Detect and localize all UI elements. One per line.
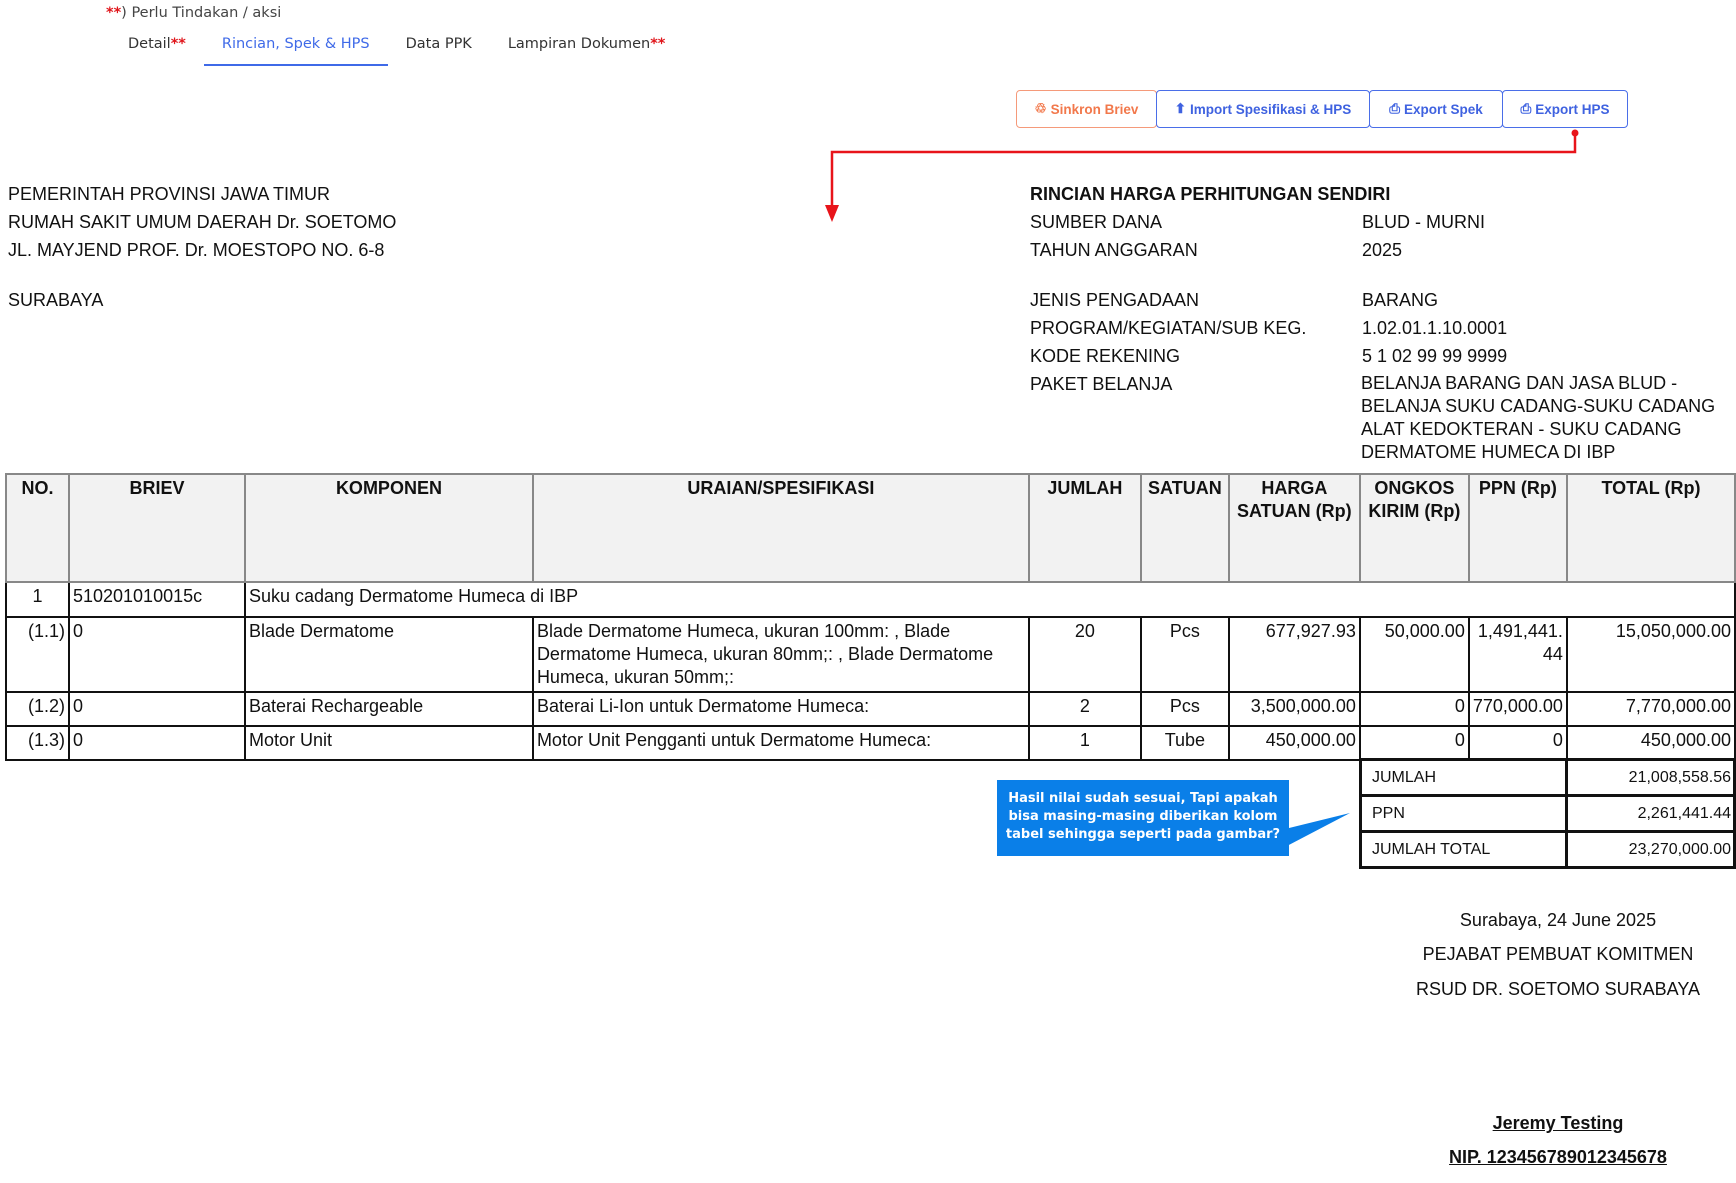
label: BLUD - MURNI	[1362, 212, 1486, 232]
column-header: ONGKOS KIRIM (Rp)	[1358, 473, 1470, 583]
summary-table: JUMLAH 21,008,558.56 PPN 2,261,441.44 JUML…	[1358, 758, 1736, 869]
label: 5 1 02 99 99 9999	[1362, 346, 1508, 366]
table-header: NO. BRIEV KOMPONEN URAIAN/SPESIFIKASI JUMLAH…	[5, 473, 1736, 583]
table-cell: (1.2)	[5, 691, 70, 727]
label: PROGRAM/KEGIATAN/SUB KEG.	[1030, 318, 1307, 338]
summary-row: PPN 2,261,441.44	[1358, 794, 1736, 833]
signatory-role: PEJABAT PEMBUAT KOMITMEN	[1422, 944, 1694, 964]
summary-row: JUMLAH 21,008,558.56	[1358, 758, 1736, 797]
table-cell: JUMLAH TOTAL	[1358, 830, 1569, 869]
column-header: JUMLAH	[1027, 473, 1142, 583]
table-cell: Pcs	[1139, 691, 1230, 727]
table-cell: 1	[1027, 725, 1142, 761]
label: BARANG	[1362, 290, 1439, 310]
table-group-row: 1 510201010015c Suku cadang Dermatome Hume…	[5, 581, 1736, 618]
table-cell: Suku cadang Dermatome Humeca di IBP	[243, 581, 1736, 618]
table-cell: Motor Unit	[243, 725, 534, 761]
label: SUMBER DANA	[1030, 212, 1163, 232]
column-header: PPN (Rp)	[1467, 473, 1568, 583]
table-cell: 0	[1358, 725, 1470, 761]
table-cell: Baterai Li-Ion untuk Dermatome Humeca:	[531, 691, 1030, 727]
table-cell: 0	[1467, 725, 1568, 761]
label: BELANJA BARANG DAN JASA BLUD - BELANJA S…	[1361, 373, 1716, 462]
table-cell: 20	[1027, 616, 1142, 693]
table-cell: 21,008,558.56	[1565, 758, 1736, 797]
hps-table: NO. BRIEV KOMPONEN URAIAN/SPESIFIKASI JUMLAH…	[5, 473, 1736, 761]
signatory-nip: NIP. 123456789012345678	[1449, 1147, 1667, 1167]
table-cell: 3,500,000.00	[1227, 691, 1361, 727]
column-header: KOMPONEN	[243, 473, 534, 583]
place-date: Surabaya, 24 June 2025	[1459, 910, 1657, 930]
summary-row: JUMLAH TOTAL 23,270,000.00	[1358, 830, 1736, 869]
table-cell: 15,050,000.00	[1565, 616, 1736, 693]
table-cell: 23,270,000.00	[1565, 830, 1736, 869]
column-header: BRIEV	[67, 473, 246, 583]
label: 2025	[1362, 240, 1403, 260]
table-cell: 2,261,441.44	[1565, 794, 1736, 833]
column-header: SATUAN	[1139, 473, 1230, 583]
table-cell: Baterai Rechargeable	[243, 691, 534, 727]
signatory-org: RSUD DR. SOETOMO SURABAYA	[1415, 979, 1701, 999]
document-title: RINCIAN HARGA PERHITUNGAN SENDIRI	[1030, 184, 1391, 204]
table-cell: 450,000.00	[1565, 725, 1736, 761]
table-cell: 1,491,441.44	[1467, 616, 1568, 693]
table-cell: 0	[1358, 691, 1470, 727]
institution-header: PEMERINTAH PROVINSI JAWA TIMUR RUMAH SAK…	[8, 183, 396, 311]
label: KODE REKENING	[1030, 346, 1181, 366]
table-cell: Pcs	[1139, 616, 1230, 693]
table-cell: 0	[67, 725, 246, 761]
table-cell: Tube	[1139, 725, 1230, 761]
table-row: (1.2) 0 Baterai Rechargeable Baterai Li-Ion…	[5, 691, 1736, 727]
column-header: URAIAN/SPESIFIKASI	[531, 473, 1030, 583]
table-cell: (1.3)	[5, 725, 70, 761]
label: TAHUN ANGGARAN	[1030, 240, 1198, 260]
label: 1.02.01.1.10.0001	[1362, 318, 1508, 338]
table-cell: 2	[1027, 691, 1142, 727]
callout-pointer	[1285, 813, 1350, 847]
table-cell: Motor Unit Pengganti untuk Dermatome Hum…	[531, 725, 1030, 761]
column-header: HARGA SATUAN (Rp)	[1227, 473, 1361, 583]
table-row: (1.1) 0 Blade Dermatome Blade Dermatome Hum…	[5, 616, 1736, 693]
annotation-callout: Hasil nilai sudah sesuai, Tapi apakah bi…	[997, 780, 1289, 856]
table-cell: PPN	[1358, 794, 1569, 833]
column-header: TOTAL (Rp)	[1565, 473, 1736, 583]
table-cell: JUMLAH	[1358, 758, 1569, 797]
table-cell: Blade Dermatome	[243, 616, 534, 693]
label: JENIS PENGADAAN	[1030, 290, 1200, 310]
table-cell: 0	[67, 616, 246, 693]
table-cell: (1.1)	[5, 616, 70, 693]
label: PAKET BELANJA	[1030, 374, 1173, 394]
table-cell: 50,000.00	[1358, 616, 1470, 693]
table-cell: 510201010015c	[67, 581, 246, 618]
table-cell: 1	[5, 581, 70, 618]
table-cell: 7,770,000.00	[1565, 691, 1736, 727]
signatory-name: Jeremy Testing	[1492, 1113, 1624, 1133]
table-row: (1.3) 0 Motor Unit Motor Unit Pengganti unt…	[5, 725, 1736, 761]
table-cell: 450,000.00	[1227, 725, 1361, 761]
label: RUMAH SAKIT UMUM DAERAH Dr. SOETOMO	[8, 212, 397, 232]
label: SURABAYA	[8, 290, 104, 310]
column-header: NO.	[5, 473, 70, 583]
table-cell: 0	[67, 691, 246, 727]
document-info: RINCIAN HARGA PERHITUNGAN SENDIRI SUMBER…	[1030, 183, 1730, 464]
label: PEMERINTAH PROVINSI JAWA TIMUR	[8, 184, 331, 204]
table-cell: Blade Dermatome Humeca, ukuran 100mm: , …	[531, 616, 1030, 693]
table-cell: 677,927.93	[1227, 616, 1361, 693]
table-cell: 770,000.00	[1467, 691, 1568, 727]
label: JL. MAYJEND PROF. Dr. MOESTOPO NO. 6-8	[8, 240, 385, 260]
